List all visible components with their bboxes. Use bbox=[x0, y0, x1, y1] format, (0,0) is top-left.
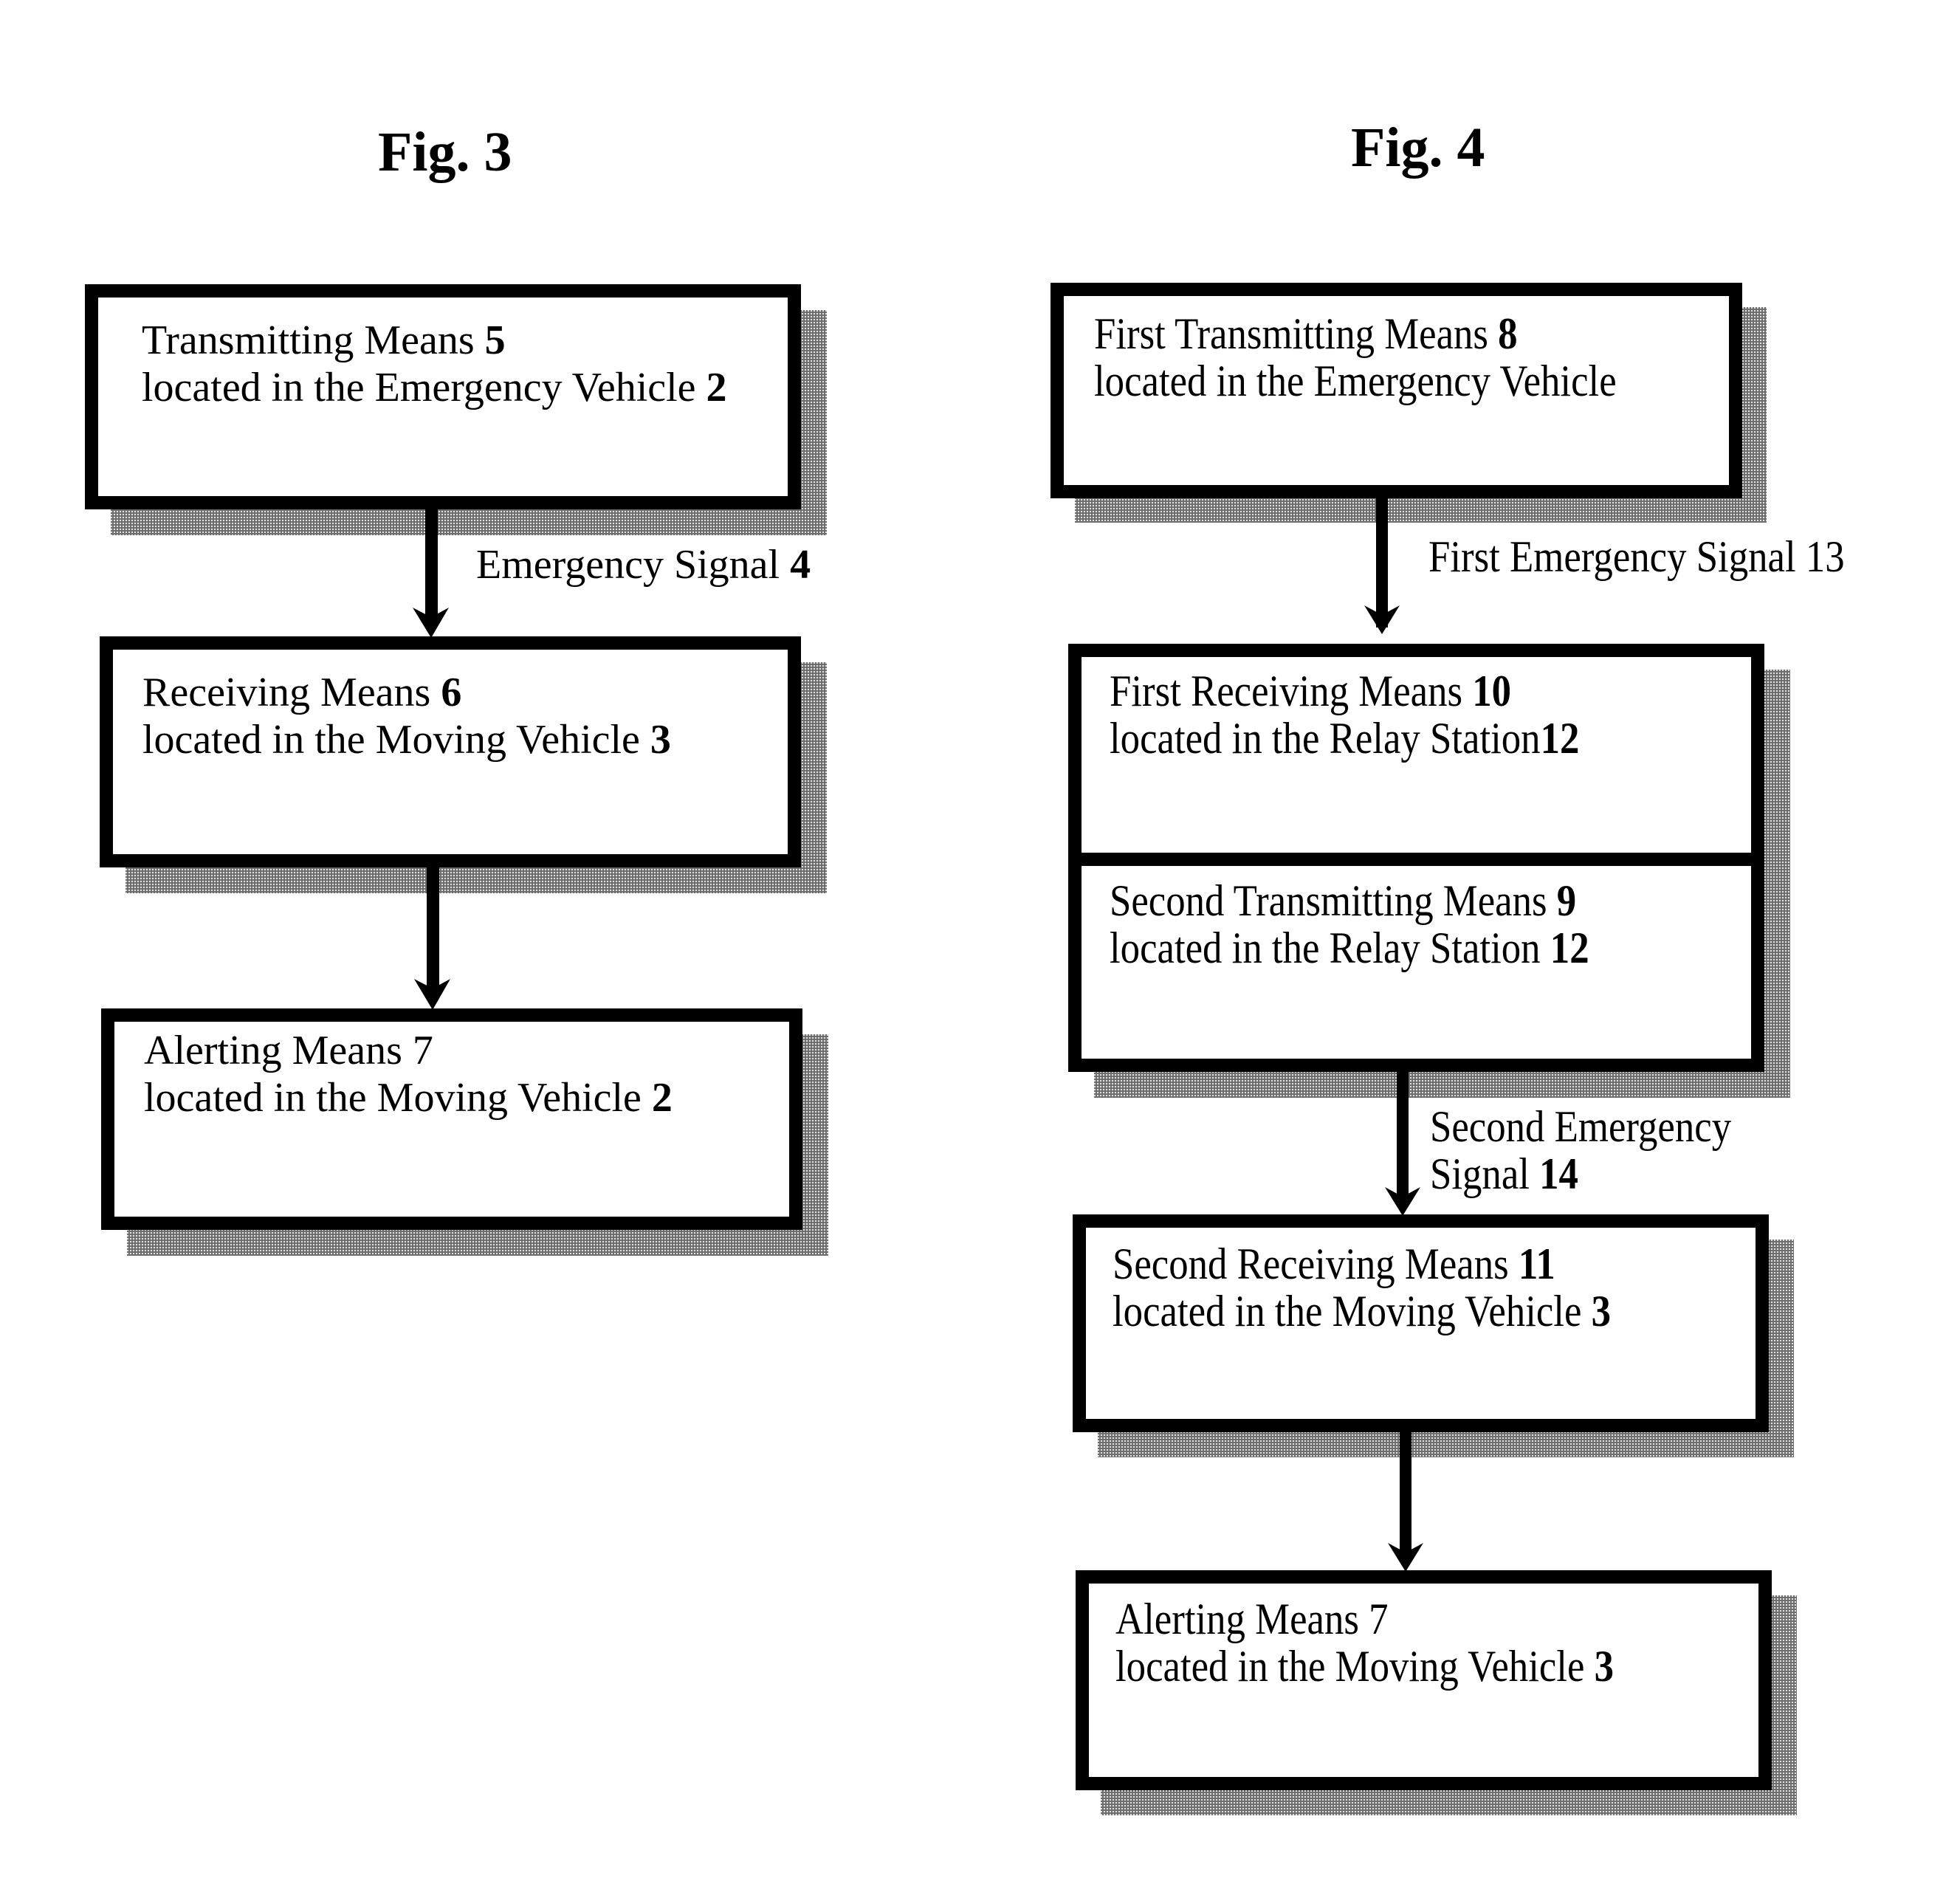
block-line2: located in the Moving Vehicle 3 bbox=[142, 716, 671, 763]
block-line1: Second Transmitting Means 9 bbox=[1110, 877, 1589, 924]
block-line2: located in the Moving Vehicle 3 bbox=[1113, 1287, 1611, 1335]
signal-text: Emergency Signal bbox=[476, 542, 791, 588]
block-line1: First Receiving Means 10 bbox=[1110, 667, 1579, 715]
fig4-second-transmitting-means-text: Second Transmitting Means 9 located in t… bbox=[1110, 877, 1589, 972]
reference-number: 4 bbox=[790, 542, 811, 588]
reference-number: 10 bbox=[1472, 667, 1512, 715]
arrowhead-icon bbox=[1364, 605, 1400, 634]
block-label: Transmitting Means bbox=[142, 317, 485, 363]
reference-number: 3 bbox=[1591, 1287, 1612, 1335]
fig3-alerting-means-text: Alerting Means 7 located in the Moving V… bbox=[144, 1027, 673, 1121]
signal-text: Signal bbox=[1430, 1149, 1540, 1198]
block-line1: Alerting Means 7 bbox=[144, 1027, 673, 1074]
block-label: Second Transmitting Means bbox=[1110, 876, 1557, 925]
reference-number: 13 bbox=[1805, 532, 1845, 581]
block-line1: First Transmitting Means 8 bbox=[1094, 310, 1617, 357]
block-line2: located in the Moving Vehicle 3 bbox=[1115, 1643, 1614, 1690]
fig4-relay-station-divider bbox=[1068, 853, 1764, 866]
block-location: located in the Relay Station bbox=[1110, 924, 1550, 972]
block-label: First Receiving Means bbox=[1110, 667, 1473, 715]
reference-number: 5 bbox=[484, 317, 506, 363]
reference-number: 14 bbox=[1539, 1149, 1578, 1198]
block-location: located in the Moving Vehicle bbox=[144, 1075, 652, 1121]
block-location: located in the Moving Vehicle bbox=[1113, 1287, 1592, 1335]
block-location: located in the Relay Station bbox=[1110, 714, 1541, 763]
reference-number: 9 bbox=[1556, 876, 1577, 925]
reference-number: 2 bbox=[706, 365, 727, 410]
block-line1: Alerting Means 7 bbox=[1115, 1595, 1614, 1643]
arrowhead-icon bbox=[413, 608, 449, 638]
reference-number: 8 bbox=[1498, 309, 1518, 358]
reference-number: 3 bbox=[1594, 1642, 1615, 1691]
block-location: located in the Moving Vehicle bbox=[142, 717, 650, 763]
arrowhead-icon bbox=[1388, 1543, 1423, 1572]
reference-number: 7 bbox=[1369, 1595, 1389, 1643]
block-line1: Transmitting Means 5 bbox=[142, 317, 727, 364]
fig4-second-emergency-signal-label: Second Emergency Signal 14 bbox=[1430, 1103, 1731, 1197]
arrowhead-icon bbox=[414, 979, 450, 1010]
block-label: Alerting Means bbox=[1115, 1595, 1369, 1643]
block-line2: located in the Emergency Vehicle bbox=[1094, 357, 1617, 405]
fig3-title: Fig. 3 bbox=[378, 121, 512, 183]
block-line2: located in the Moving Vehicle 2 bbox=[144, 1074, 673, 1121]
block-line2: located in the Relay Station12 bbox=[1110, 715, 1579, 762]
block-location: located in the Moving Vehicle bbox=[1115, 1642, 1595, 1691]
block-label: Second Receiving Means bbox=[1113, 1240, 1519, 1288]
block-line2: located in the Emergency Vehicle 2 bbox=[142, 364, 727, 411]
block-label: First Transmitting Means bbox=[1094, 309, 1499, 358]
signal-text-line1: Second Emergency bbox=[1430, 1102, 1732, 1151]
reference-number: 3 bbox=[650, 717, 671, 763]
block-label: Alerting Means bbox=[144, 1028, 413, 1073]
reference-number: 11 bbox=[1518, 1240, 1555, 1288]
block-location: located in the Emergency Vehicle bbox=[142, 365, 706, 410]
reference-number: 12 bbox=[1540, 714, 1580, 763]
fig4-first-transmitting-means-text: First Transmitting Means 8 located in th… bbox=[1094, 310, 1617, 405]
fig4-alerting-means-text: Alerting Means 7 located in the Moving V… bbox=[1115, 1595, 1614, 1690]
block-label: Receiving Means bbox=[142, 670, 441, 715]
reference-number: 6 bbox=[441, 670, 462, 715]
block-line2: located in the Relay Station 12 bbox=[1110, 924, 1589, 972]
fig3-transmitting-means-text: Transmitting Means 5 located in the Emer… bbox=[142, 317, 727, 411]
reference-number: 7 bbox=[412, 1028, 433, 1073]
signal-text: First Emergency Signal bbox=[1428, 532, 1806, 581]
block-line1: Second Receiving Means 11 bbox=[1113, 1240, 1611, 1287]
fig4-first-receiving-means-text: First Receiving Means 10 located in the … bbox=[1110, 667, 1579, 762]
signal-text-line2: Signal 14 bbox=[1430, 1150, 1731, 1197]
reference-number: 12 bbox=[1550, 924, 1589, 972]
fig4-first-emergency-signal-label: First Emergency Signal 13 bbox=[1428, 533, 1845, 580]
fig3-receiving-means-text: Receiving Means 6 located in the Moving … bbox=[142, 669, 671, 763]
arrowhead-icon bbox=[1385, 1187, 1420, 1216]
block-line1: Receiving Means 6 bbox=[142, 669, 671, 716]
block-location: located in the Emergency Vehicle bbox=[1094, 357, 1617, 405]
reference-number: 2 bbox=[651, 1075, 673, 1121]
fig3-emergency-signal-label: Emergency Signal 4 bbox=[476, 541, 811, 588]
fig4-second-receiving-means-text: Second Receiving Means 11 located in the… bbox=[1113, 1240, 1611, 1335]
fig4-title: Fig. 4 bbox=[1351, 117, 1485, 179]
